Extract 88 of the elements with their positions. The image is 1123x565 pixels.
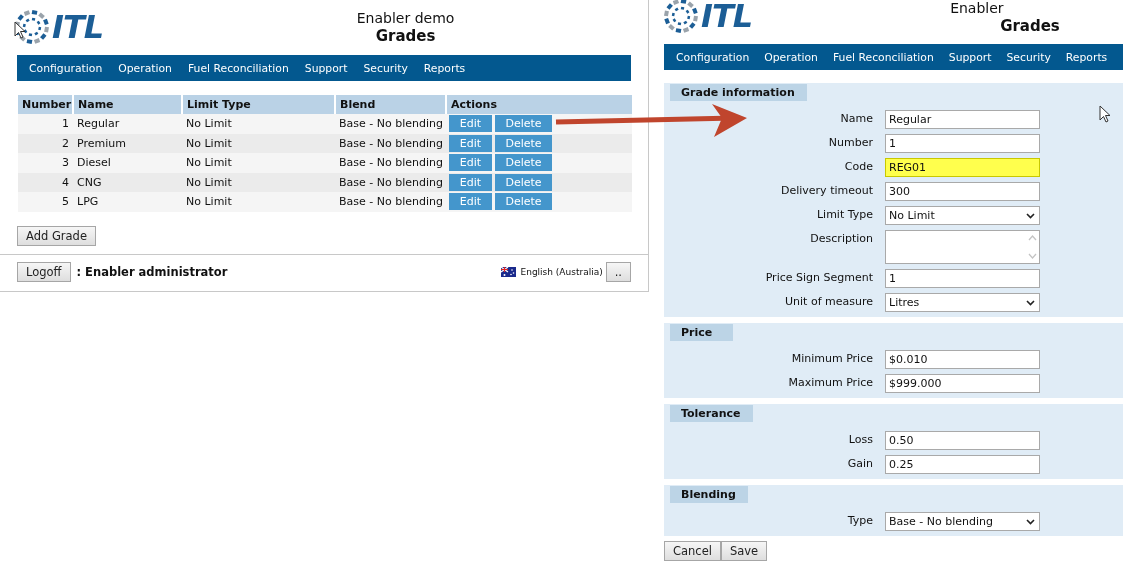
input-field[interactable]: REG01	[885, 158, 1040, 177]
table-cell: Base - No blending	[335, 153, 446, 173]
logo-text: ITL	[52, 10, 104, 44]
language-label: English (Australia)	[520, 266, 603, 277]
input-field[interactable]: Regular	[885, 110, 1040, 129]
cursor-icon	[14, 21, 26, 39]
section-header: Blending	[670, 486, 748, 503]
logo-text: ITL	[701, 0, 753, 33]
section-header: Grade information	[670, 84, 807, 101]
field-label: Minimum Price	[790, 351, 873, 367]
nav-link[interactable]: Reports	[423, 61, 466, 75]
table-cell: LPG	[73, 192, 182, 212]
table-cell: Base - No blending	[335, 192, 446, 212]
nav-link[interactable]: Operation	[118, 61, 172, 75]
column-header: Name	[73, 95, 182, 114]
table-cell: Diesel	[73, 153, 182, 173]
field-label: Delivery timeout	[779, 183, 873, 199]
field-label: Gain	[846, 456, 873, 472]
table-cell: 3	[18, 153, 73, 173]
scroll-arrows-icon	[1028, 233, 1037, 261]
text-area[interactable]	[885, 230, 1040, 264]
column-header: Blend	[335, 95, 446, 114]
page-title: Grades	[375, 27, 436, 46]
chevron-down-icon	[1026, 299, 1035, 306]
table-cell: 1	[18, 114, 73, 134]
field-label: Limit Type	[815, 207, 873, 223]
table-cell: Base - No blending	[335, 133, 446, 153]
more-button[interactable]: ..	[605, 261, 631, 282]
nav-link[interactable]: Fuel Reconciliation	[832, 50, 934, 64]
table-cell: 4	[18, 172, 73, 192]
table-cell: No Limit	[182, 114, 335, 134]
field-label: Unit of measure	[784, 294, 873, 310]
column-header: Number	[18, 95, 73, 114]
table-cell: No Limit	[182, 153, 335, 173]
nav-link[interactable]: Configuration	[676, 50, 750, 64]
logo-ring-icon	[663, 0, 699, 36]
app-title: Enabler demo	[356, 10, 455, 27]
field-label: Type	[846, 513, 873, 529]
chevron-down-icon	[1026, 212, 1035, 219]
table-cell: 2	[18, 133, 73, 153]
nav-link[interactable]: Support	[948, 50, 992, 64]
field-label: Number	[827, 135, 873, 151]
user-label: : Enabler administrator	[76, 264, 229, 279]
app-title: Enabler	[950, 0, 1005, 17]
input-field[interactable]: 0.50	[885, 431, 1040, 450]
dropdown[interactable]: Base - No blending	[885, 512, 1040, 531]
field-label: Name	[839, 111, 873, 127]
table-cell: Base - No blending	[335, 114, 446, 134]
table-cell: CNG	[73, 172, 182, 192]
input-field[interactable]: 1	[885, 134, 1040, 153]
field-label: Description	[809, 231, 873, 247]
input-field[interactable]: $0.010	[885, 350, 1040, 369]
field-label: Price Sign Segment	[764, 270, 873, 286]
table-cell: No Limit	[182, 192, 335, 212]
nav-link[interactable]: Operation	[764, 50, 818, 64]
page-title: Grades	[999, 17, 1060, 36]
input-field[interactable]: 0.25	[885, 455, 1040, 474]
nav-link[interactable]: Fuel Reconciliation	[187, 61, 289, 75]
table-cell: 5	[18, 192, 73, 212]
nav-link[interactable]: Security	[363, 61, 408, 75]
dropdown[interactable]: Litres	[885, 293, 1040, 312]
field-label: Maximum Price	[787, 375, 873, 391]
table-cell: No Limit	[182, 133, 335, 153]
flag-icon	[501, 266, 517, 277]
table-cell: No Limit	[182, 172, 335, 192]
add-grade-button[interactable]: Add Grade	[17, 225, 96, 246]
nav-link[interactable]: Security	[1006, 50, 1051, 64]
input-field[interactable]: 300	[885, 182, 1040, 201]
chevron-down-icon	[1026, 518, 1035, 525]
column-header: Limit Type	[182, 95, 335, 114]
input-field[interactable]: 1	[885, 269, 1040, 288]
dropdown[interactable]: No Limit	[885, 206, 1040, 225]
table-cell: Base - No blending	[335, 172, 446, 192]
nav-link[interactable]: Reports	[1065, 50, 1108, 64]
column-header: Actions	[446, 95, 632, 114]
table-cell: Regular	[73, 114, 182, 134]
cancel-button[interactable]: Cancel	[664, 541, 721, 561]
nav-link[interactable]: Configuration	[29, 61, 103, 75]
nav-link[interactable]: Support	[304, 61, 348, 75]
save-button[interactable]: Save	[720, 541, 768, 561]
section-header: Tolerance	[670, 405, 753, 422]
cursor-icon	[1099, 105, 1111, 123]
input-field[interactable]: $999.000	[885, 374, 1040, 393]
logoff-button[interactable]: Logoff	[17, 261, 71, 282]
field-label: Code	[843, 159, 873, 175]
section-header: Price	[670, 324, 733, 341]
table-cell: Premium	[73, 133, 182, 153]
field-label: Loss	[847, 432, 873, 448]
